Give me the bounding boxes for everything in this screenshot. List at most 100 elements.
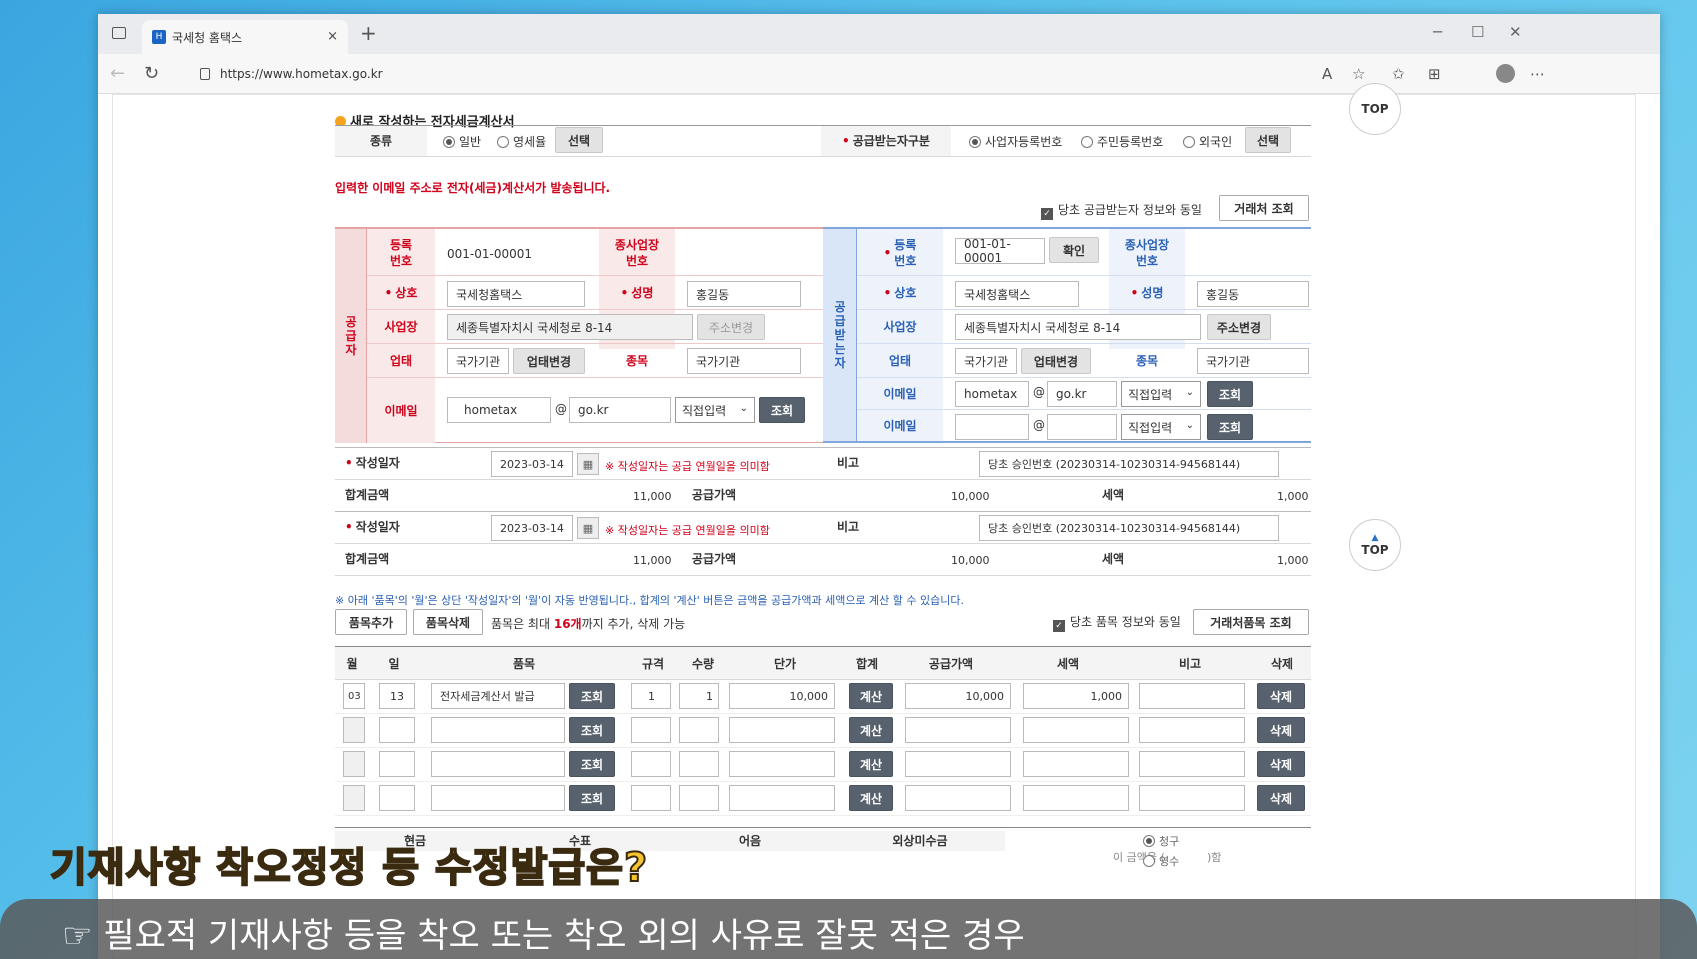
- row-calc-button[interactable]: 계산: [849, 717, 893, 743]
- row-remark-input[interactable]: [1139, 683, 1245, 709]
- buyer-reg-input[interactable]: 001-01-00001: [955, 237, 1045, 265]
- supplier-email-lookup-button[interactable]: 조회: [759, 397, 805, 423]
- buyer-type-resident-radio[interactable]: 주민등록번호: [1081, 133, 1163, 150]
- client-lookup-button[interactable]: 거래처 조회: [1219, 195, 1309, 221]
- qty-input[interactable]: [679, 785, 719, 811]
- add-item-button[interactable]: 품목추가: [335, 609, 407, 635]
- tab-close-icon[interactable]: ×: [327, 29, 338, 44]
- same-item-checkbox[interactable]: ✓ 당초 품목 정보와 동일: [1053, 613, 1181, 632]
- month-input[interactable]: 03: [343, 683, 365, 709]
- row-lookup-button[interactable]: 조회: [569, 683, 615, 709]
- buyer-email-domain-input[interactable]: go.kr: [1047, 381, 1117, 407]
- row-lookup-button[interactable]: 조회: [569, 751, 615, 777]
- kind-general-radio[interactable]: 일반: [443, 133, 481, 150]
- payment-receipt-radio[interactable]: 영수: [1143, 853, 1179, 869]
- buyer-addr-change-button[interactable]: 주소변경: [1207, 314, 1271, 340]
- supplier-email-id-input[interactable]: hometax: [447, 397, 551, 423]
- buyer-reg-confirm-button[interactable]: 확인: [1049, 237, 1099, 263]
- row-tax-input[interactable]: [1023, 751, 1129, 777]
- more-icon[interactable]: ⋯: [1530, 65, 1545, 83]
- minimize-icon[interactable]: ─: [1433, 23, 1442, 41]
- buyer-email-lookup-button[interactable]: 조회: [1207, 381, 1253, 407]
- remark-input[interactable]: 당초 승인번호 (20230314-10230314-94568144): [979, 451, 1279, 477]
- buyer-email-id-input[interactable]: hometax: [955, 381, 1029, 407]
- profile-avatar[interactable]: [1496, 64, 1515, 83]
- row-supply-input[interactable]: [905, 751, 1011, 777]
- row-remark-input[interactable]: [1139, 751, 1245, 777]
- browser-tab[interactable]: H 국세청 홈택스 ×: [142, 20, 348, 54]
- supplier-biz-change-button[interactable]: 업태변경: [513, 348, 585, 374]
- row-calc-button[interactable]: 계산: [849, 683, 893, 709]
- row-calc-button[interactable]: 계산: [849, 751, 893, 777]
- item-input[interactable]: [431, 717, 565, 743]
- window-close-icon[interactable]: ✕: [1509, 23, 1522, 41]
- buyer-rep-input[interactable]: 홍길동: [1197, 281, 1309, 307]
- top-button[interactable]: TOP: [1349, 83, 1401, 135]
- buyer-email2-domain-input[interactable]: [1047, 414, 1117, 440]
- same-as-buyer-checkbox[interactable]: ✓ 당초 공급받는자 정보와 동일: [1041, 201, 1202, 220]
- spec-input[interactable]: [631, 751, 671, 777]
- buyer-addr-input[interactable]: 세종특별자치시 국세청로 8-14: [955, 314, 1201, 340]
- day-input[interactable]: [379, 751, 415, 777]
- buyer-type-foreign-radio[interactable]: 외국인: [1183, 133, 1232, 150]
- qty-input[interactable]: [679, 717, 719, 743]
- collections-icon[interactable]: ⊞: [1428, 65, 1441, 83]
- buyer-email-select[interactable]: 직접입력 ⌄: [1121, 381, 1201, 407]
- month-input[interactable]: [343, 751, 365, 777]
- row-supply-input[interactable]: [905, 717, 1011, 743]
- row-delete-button[interactable]: 삭제: [1257, 683, 1305, 709]
- buyer-type-biz-radio[interactable]: 사업자등록번호: [969, 133, 1062, 150]
- row-tax-input[interactable]: 1,000: [1023, 683, 1129, 709]
- item-input[interactable]: [431, 785, 565, 811]
- day-input[interactable]: [379, 785, 415, 811]
- item-input[interactable]: [431, 751, 565, 777]
- top-button-2[interactable]: ▲ TOP: [1349, 519, 1401, 571]
- price-input[interactable]: [729, 717, 835, 743]
- spec-input[interactable]: 1: [631, 683, 671, 709]
- new-tab-button[interactable]: +: [360, 21, 377, 45]
- row-calc-button[interactable]: 계산: [849, 785, 893, 811]
- month-input[interactable]: [343, 785, 365, 811]
- buyer-email2-id-input[interactable]: [955, 414, 1029, 440]
- row-tax-input[interactable]: [1023, 785, 1129, 811]
- supplier-name-input[interactable]: 국세청홈택스: [447, 281, 585, 307]
- item-input[interactable]: 전자세금계산서 발급: [431, 683, 565, 709]
- row-lookup-button[interactable]: 조회: [569, 785, 615, 811]
- buyer-email2-lookup-button[interactable]: 조회: [1207, 414, 1253, 440]
- row-remark-input[interactable]: [1139, 785, 1245, 811]
- buyer-item-input[interactable]: 국가기관: [1197, 348, 1309, 374]
- tab-actions-icon[interactable]: [112, 27, 126, 39]
- price-input[interactable]: 10,000: [729, 683, 835, 709]
- month-input[interactable]: [343, 717, 365, 743]
- buyer-type-select-button[interactable]: 선택: [1245, 127, 1291, 153]
- address-bar[interactable]: https://www.hometax.go.kr: [186, 60, 1396, 88]
- calendar-icon[interactable]: ▦: [577, 517, 599, 539]
- supplier-addr-input[interactable]: 세종특별자치시 국세청로 8-14: [447, 314, 693, 340]
- row-tax-input[interactable]: [1023, 717, 1129, 743]
- remark-input[interactable]: 당초 승인번호 (20230314-10230314-94568144): [979, 515, 1279, 541]
- calendar-icon[interactable]: ▦: [577, 453, 599, 475]
- supplier-rep-input[interactable]: 홍길동: [687, 281, 801, 307]
- maximize-icon[interactable]: ☐: [1471, 23, 1484, 41]
- buyer-email2-select[interactable]: 직접입력 ⌄: [1121, 414, 1201, 440]
- day-input[interactable]: [379, 717, 415, 743]
- client-item-lookup-button[interactable]: 거래처품목 조회: [1193, 609, 1309, 635]
- row-delete-button[interactable]: 삭제: [1257, 717, 1305, 743]
- refresh-icon[interactable]: ↻: [144, 63, 159, 84]
- supplier-email-select[interactable]: 직접입력 ⌄: [675, 397, 755, 423]
- supplier-biz-input[interactable]: 국가기관: [447, 348, 509, 374]
- row-supply-input[interactable]: 10,000: [905, 683, 1011, 709]
- date-input[interactable]: 2023-03-14: [491, 451, 573, 477]
- buyer-biz-change-button[interactable]: 업태변경: [1021, 348, 1091, 374]
- favorites-icon[interactable]: ✩: [1392, 65, 1405, 83]
- buyer-name-input[interactable]: 국세청홈택스: [955, 281, 1079, 307]
- payment-claim-radio[interactable]: 청구: [1143, 833, 1179, 849]
- read-aloud-icon[interactable]: A: [1322, 65, 1332, 83]
- supplier-addr-change-button[interactable]: 주소변경: [697, 314, 765, 340]
- kind-zero-rate-radio[interactable]: 영세율: [497, 133, 546, 150]
- spec-input[interactable]: [631, 785, 671, 811]
- price-input[interactable]: [729, 785, 835, 811]
- row-delete-button[interactable]: 삭제: [1257, 751, 1305, 777]
- qty-input[interactable]: 1: [679, 683, 719, 709]
- row-supply-input[interactable]: [905, 785, 1011, 811]
